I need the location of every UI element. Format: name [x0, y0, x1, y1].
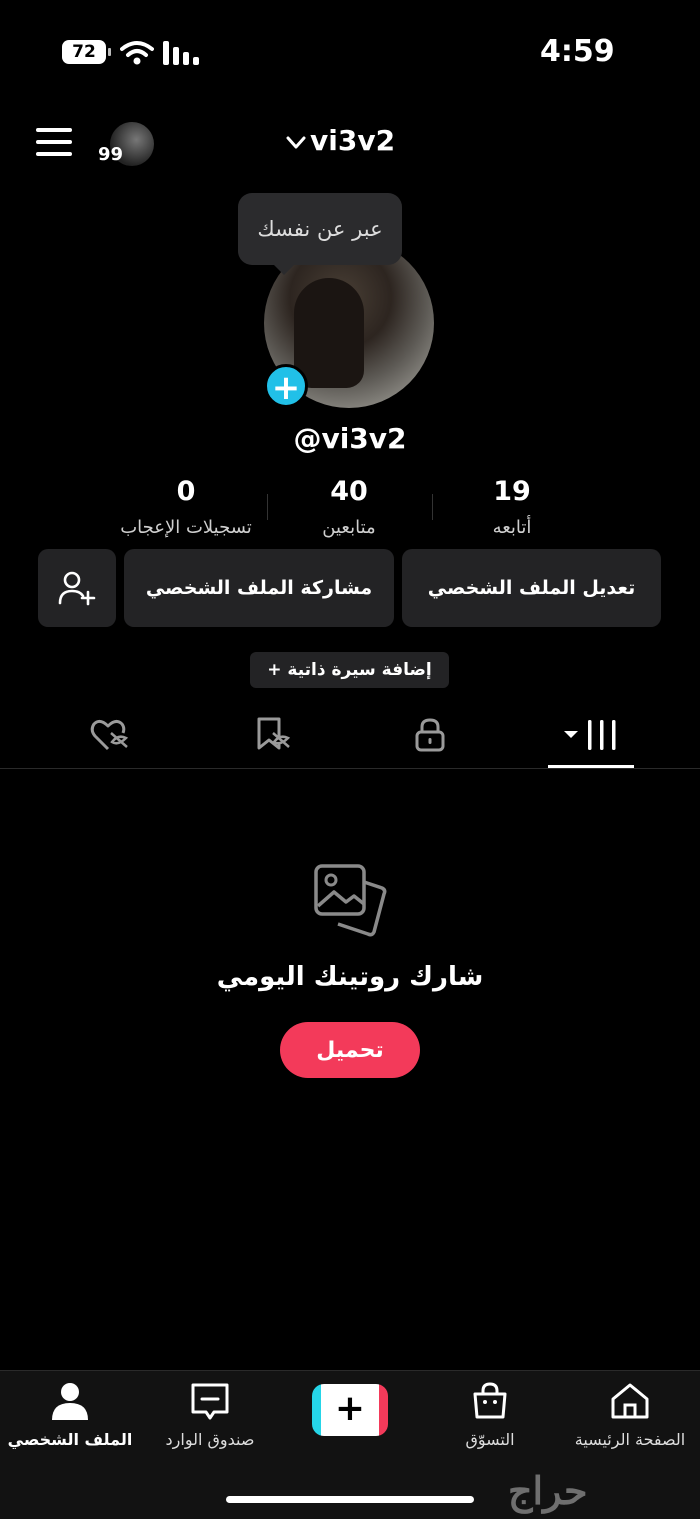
profile-icon [52, 1383, 88, 1420]
lock-icon[interactable] [414, 718, 446, 752]
plus-icon: + [334, 1388, 366, 1429]
add-friend-button[interactable] [38, 549, 116, 627]
bookmark-icon[interactable] [254, 716, 292, 752]
home-icon [611, 1383, 649, 1419]
share-profile-button[interactable]: مشاركة الملف الشخصي [124, 549, 394, 627]
add-user-icon [58, 571, 96, 606]
empty-state-title: شارك روتينك اليومي [216, 962, 484, 992]
edit-profile-button[interactable]: تعديل الملف الشخصي [402, 549, 661, 627]
notification-count: 99 [98, 144, 124, 165]
upload-button[interactable]: تحميل [280, 1022, 420, 1078]
chevron-down-icon[interactable] [286, 136, 306, 150]
likes-count[interactable]: 0 [96, 476, 276, 507]
nav-profile[interactable]: الملف الشخصي [0, 1430, 140, 1449]
liked-icon[interactable] [90, 718, 130, 752]
nav-inbox[interactable]: صندوق الوارد [140, 1430, 280, 1449]
inbox-icon [191, 1383, 229, 1420]
following-label: أتابعه [492, 517, 532, 538]
home-indicator[interactable] [226, 1496, 474, 1503]
active-tab-indicator [548, 765, 634, 768]
signal-icon [163, 41, 199, 65]
username-title[interactable]: vi3v2 [310, 124, 395, 157]
watermark-logo: حراج [508, 1468, 588, 1513]
nav-home[interactable]: الصفحة الرئيسية [560, 1430, 700, 1449]
create-post-button[interactable]: + [312, 1384, 388, 1436]
menu-icon[interactable] [36, 128, 72, 158]
shopping-bag-icon [473, 1382, 507, 1419]
nav-shop[interactable]: التسوّق [420, 1430, 560, 1449]
bio-tooltip: عبر عن نفسك [238, 193, 402, 275]
add-bio-button[interactable]: + إضافة سيرة ذاتية [250, 652, 449, 688]
followers-count[interactable]: 40 [259, 476, 439, 507]
wifi-icon [120, 41, 154, 65]
following-count[interactable]: 19 [422, 476, 602, 507]
status-time: 4:59 [540, 34, 615, 69]
add-story-button[interactable]: + [264, 364, 308, 408]
photos-icon [314, 864, 387, 937]
profile-handle: @vi3v2 [293, 422, 407, 455]
likes-label: تسجيلات الإعجاب [120, 517, 252, 538]
battery-indicator: 72 [62, 40, 111, 64]
followers-label: متابعين [322, 517, 376, 538]
videos-grid-icon[interactable] [564, 718, 618, 752]
